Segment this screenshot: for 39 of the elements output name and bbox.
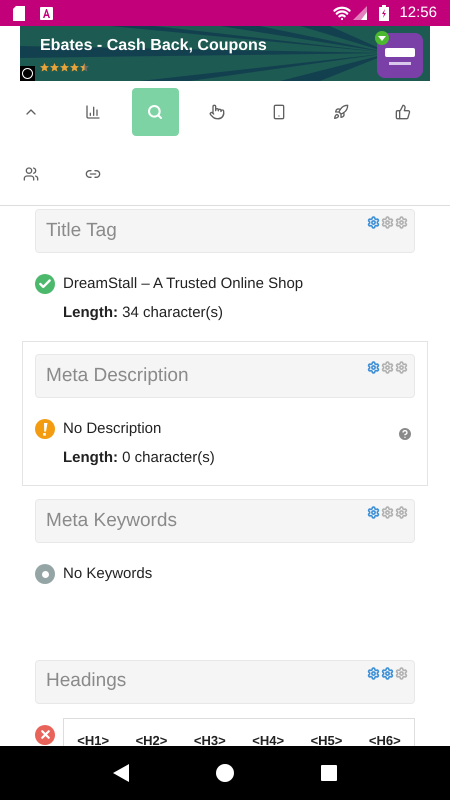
check-icon: [35, 274, 55, 294]
section-title: Title Tag: [46, 218, 117, 243]
result-text: No Description: [63, 419, 162, 439]
neutral-icon: [35, 564, 55, 584]
table-header: <H1>: [77, 732, 110, 746]
recents-icon[interactable]: [320, 765, 337, 781]
table-header: <H5>: [310, 732, 342, 746]
signal-icon: [353, 6, 368, 20]
search-icon: [147, 104, 163, 120]
ad-title: Ebates - Cash Back, Coupons: [40, 36, 267, 56]
table-header: <H2>: [136, 732, 168, 746]
info-icon[interactable]: [20, 66, 35, 81]
rocket-icon: [333, 104, 349, 120]
home-icon[interactable]: [216, 764, 234, 782]
length-text: Length: 34 character(s): [63, 302, 224, 322]
length-text: Length: 0 character(s): [63, 448, 215, 468]
warning-icon: [35, 419, 55, 439]
pointing-hand-icon: [209, 104, 225, 120]
app-logo: [375, 30, 425, 78]
battery-icon: [379, 5, 390, 21]
table-header: <H6>: [368, 732, 401, 746]
back-icon[interactable]: [113, 764, 130, 782]
result-text: DreamStall – A Trusted Online Shop: [63, 274, 304, 294]
section-title: Meta Keywords: [46, 508, 177, 533]
error-icon: [35, 724, 55, 744]
thumbs-up-icon: [395, 104, 411, 120]
sd-card-icon: [13, 6, 25, 20]
wifi-icon: [333, 4, 352, 22]
result-text: No Keywords: [63, 564, 152, 584]
section-title: Headings: [46, 669, 126, 694]
phone-icon: [271, 104, 287, 120]
section-title: Meta Description: [46, 364, 189, 388]
help-icon[interactable]: [397, 426, 413, 442]
clock: 12:56: [399, 2, 437, 23]
table-header: <H3>: [194, 732, 226, 746]
people-icon: [23, 166, 39, 182]
notification-icon: [40, 6, 53, 20]
bar-chart-icon: [85, 104, 101, 120]
table-header: <H4>: [252, 732, 284, 746]
